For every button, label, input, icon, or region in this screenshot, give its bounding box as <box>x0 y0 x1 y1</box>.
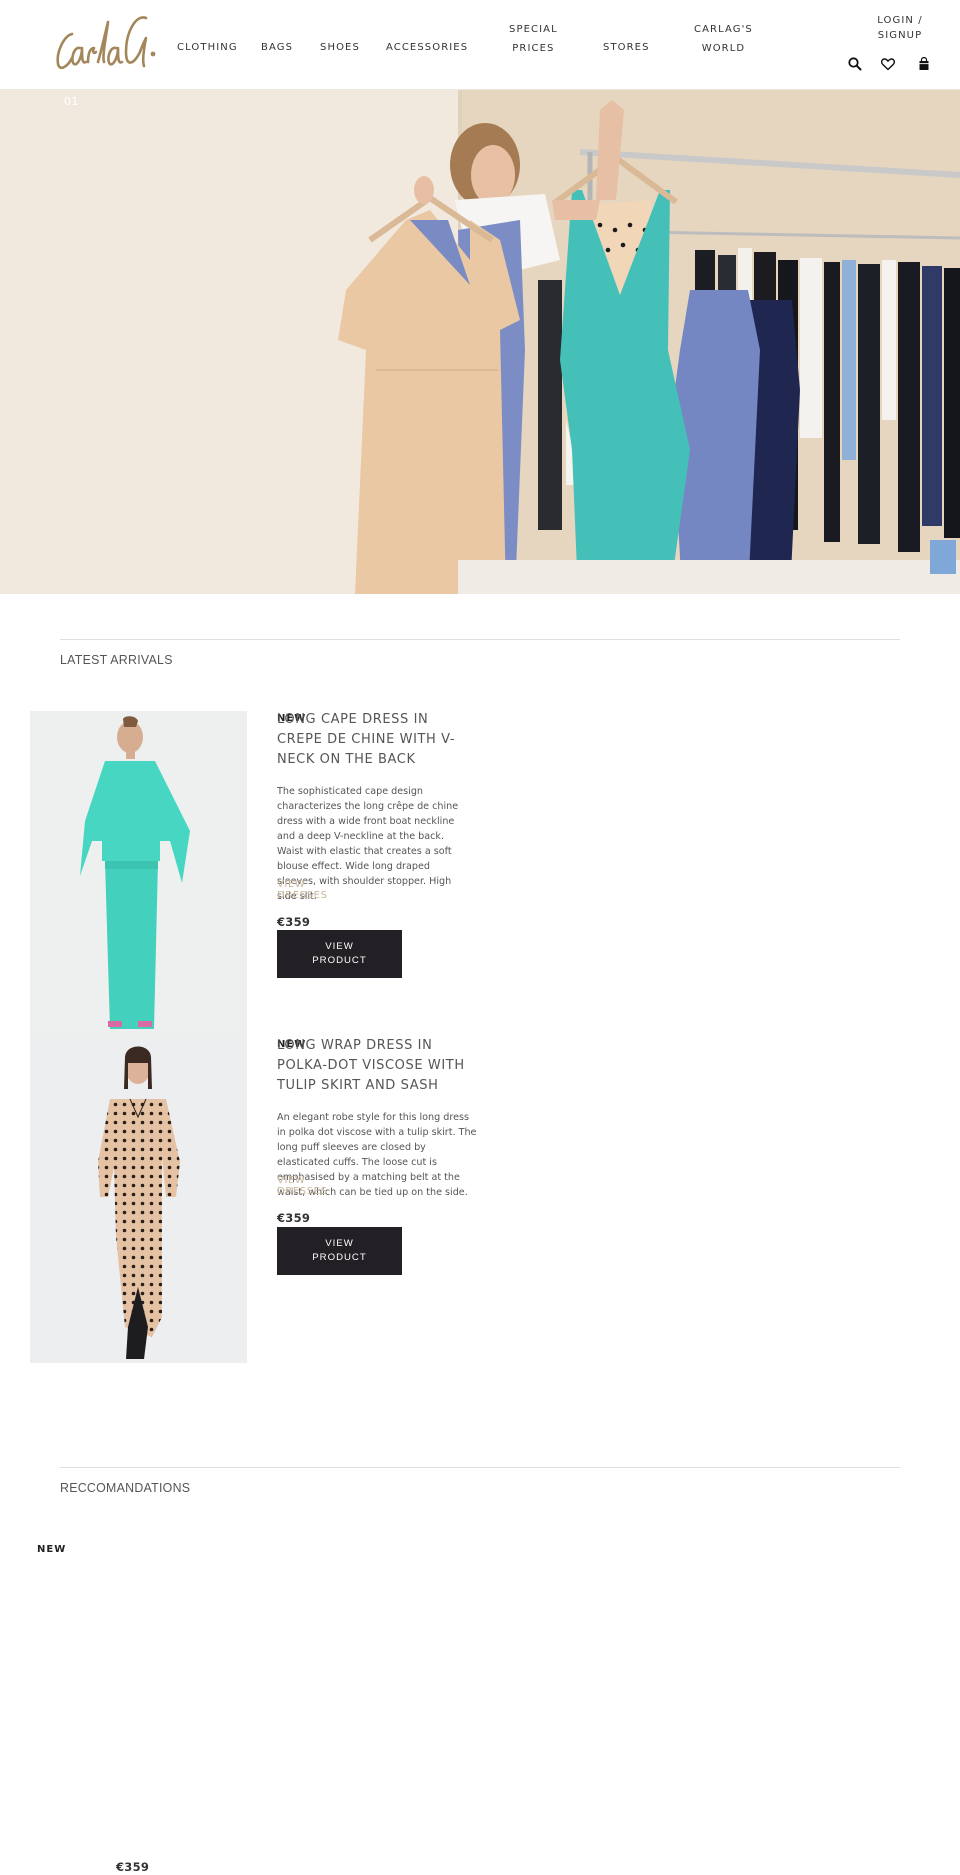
login-signup-link[interactable]: LOGIN / SIGNUP <box>870 13 930 43</box>
section-divider <box>60 639 900 640</box>
shopping-bag-icon[interactable] <box>916 56 932 72</box>
recommendations-title: RECCOMANDATIONS <box>60 1480 191 1495</box>
cape-dress-photo <box>30 711 247 1037</box>
hero-image <box>0 90 960 594</box>
site-header: CLOTHING BAGS SHOES ACCESSORIES SPECIAL … <box>0 0 960 90</box>
view-dresses-link[interactable]: VIEW DRESSES <box>277 1175 347 1197</box>
product-price: €359 <box>277 1211 311 1225</box>
heart-icon[interactable] <box>880 56 896 72</box>
product-image[interactable] <box>30 711 247 1037</box>
nav-bags[interactable]: BAGS <box>261 38 293 57</box>
product-title[interactable]: LONG CAPE DRESS IN CREPE DE CHINE WITH V… <box>277 710 477 770</box>
nav-accessories[interactable]: ACCESSORIES <box>386 38 468 57</box>
latest-arrivals-title: LATEST ARRIVALS <box>60 652 173 667</box>
nav-shoes[interactable]: SHOES <box>320 38 360 57</box>
section-divider <box>60 1467 900 1468</box>
view-dresses-link[interactable]: VIEW DRESSES <box>277 879 347 901</box>
view-product-button[interactable]: VIEW PRODUCT <box>277 930 402 978</box>
nav-special-prices[interactable]: SPECIAL PRICES <box>509 20 558 58</box>
nav-clothing[interactable]: CLOTHING <box>177 38 238 57</box>
hero-slide-counter: 01 <box>64 95 79 108</box>
polka-dot-dress-photo <box>30 1037 247 1363</box>
product-price: €359 <box>116 1860 150 1874</box>
product-title[interactable]: LONG WRAP DRESS IN POLKA-DOT VISCOSE WIT… <box>277 1036 477 1096</box>
product-price: €359 <box>277 915 311 929</box>
hero-banner[interactable]: 01 <box>0 90 960 594</box>
view-product-button[interactable]: VIEW PRODUCT <box>277 1227 402 1275</box>
search-icon[interactable] <box>847 56 863 72</box>
nav-stores[interactable]: STORES <box>603 38 650 57</box>
brand-logo[interactable] <box>50 8 160 78</box>
product-image[interactable] <box>30 1037 247 1363</box>
new-badge: NEW <box>37 1544 67 1555</box>
nav-carlags-world[interactable]: CARLAG'S WORLD <box>694 20 753 58</box>
